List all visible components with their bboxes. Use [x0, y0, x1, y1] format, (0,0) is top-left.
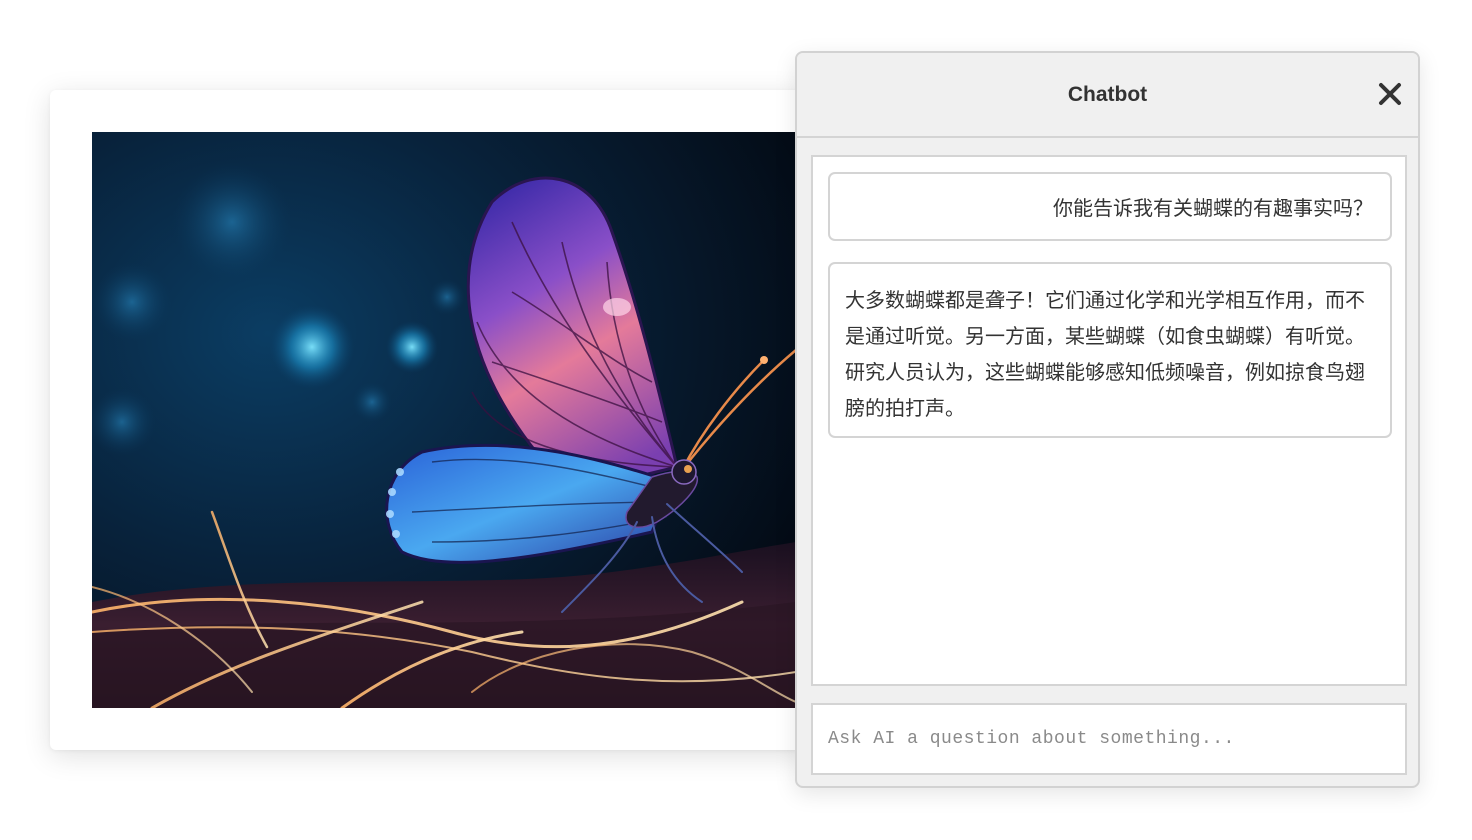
chat-input-container — [811, 703, 1407, 775]
chatbot-header: Chatbot — [797, 53, 1418, 138]
chatbot-panel: Chatbot 你能告诉我有关蝴蝶的有趣事实吗？ 大多数蝴蝶都是聋子！它们通过化… — [795, 51, 1420, 788]
chat-input[interactable] — [813, 705, 1405, 773]
close-icon — [1379, 83, 1401, 105]
user-message: 你能告诉我有关蝴蝶的有趣事实吗？ — [828, 172, 1392, 241]
close-button[interactable] — [1376, 80, 1404, 108]
message-list[interactable]: 你能告诉我有关蝴蝶的有趣事实吗？ 大多数蝴蝶都是聋子！它们通过化学和光学相互作用… — [811, 155, 1407, 686]
butterfly-image — [92, 132, 796, 708]
butterfly-illustration — [92, 132, 796, 708]
assistant-message: 大多数蝴蝶都是聋子！它们通过化学和光学相互作用，而不是通过听觉。另一方面，某些蝴… — [828, 262, 1392, 438]
page-stage: Chatbot 你能告诉我有关蝴蝶的有趣事实吗？ 大多数蝴蝶都是聋子！它们通过化… — [0, 0, 1472, 840]
chatbot-title: Chatbot — [1067, 83, 1148, 106]
